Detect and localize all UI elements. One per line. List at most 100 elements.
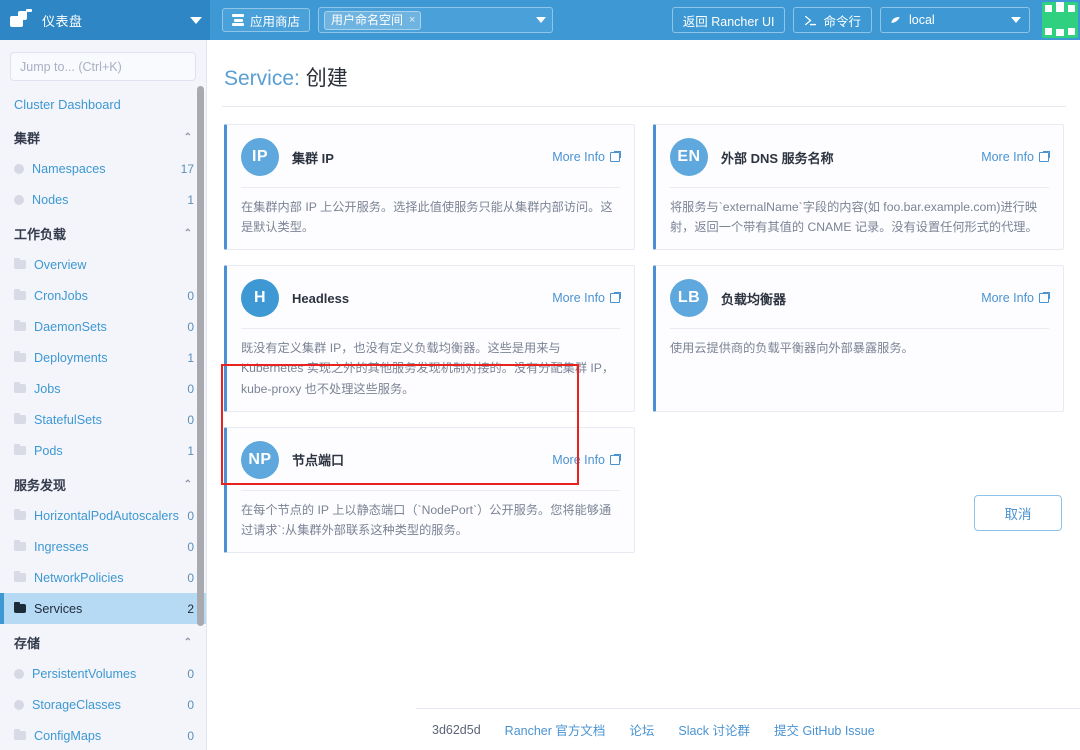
- sidebar-item-pods[interactable]: Pods 1: [0, 435, 206, 466]
- footer-link[interactable]: 论坛: [629, 724, 654, 738]
- more-info-link[interactable]: More Info: [552, 452, 621, 467]
- chevron-down-icon[interactable]: [536, 17, 547, 23]
- footer-links: Rancher 官方文档 论坛 Slack 讨论群 提交 GitHub Issue: [505, 720, 899, 739]
- chevron-up-icon[interactable]: ⌃: [184, 132, 192, 142]
- cluster-select[interactable]: local: [880, 7, 1030, 33]
- card-divider: [670, 328, 1049, 330]
- cancel-button-wrap: 取消: [974, 495, 1062, 531]
- sidebar-group-header[interactable]: 工作负载 ⌃: [0, 215, 206, 249]
- sidebar-item-cluster-dashboard[interactable]: Cluster Dashboard: [0, 91, 206, 119]
- chevron-up-icon[interactable]: ⌃: [184, 228, 192, 238]
- card-title: Headless: [292, 290, 350, 306]
- sidebar-item-ingresses[interactable]: Ingresses 0: [0, 531, 206, 562]
- sidebar-item-overview[interactable]: Overview: [0, 249, 206, 280]
- card-header: LB 负载均衡器 More Info: [670, 279, 1050, 318]
- sidebar-item-count: 0: [187, 288, 194, 303]
- sidebar-item-cronjobs[interactable]: CronJobs 0: [0, 280, 206, 311]
- namespace-tag-label: 用户命名空间: [331, 13, 404, 27]
- app-store-button[interactable]: 应用商店: [222, 8, 311, 32]
- sidebar-group-label: 集群: [14, 131, 41, 146]
- sidebar-item-configmaps[interactable]: ConfigMaps 0: [0, 720, 206, 750]
- service-type-card[interactable]: LB 负载均衡器 More Info 使用云提供商的负载平衡器向外部暴露服务。: [653, 265, 1064, 412]
- card-header: NP 节点端口 More Info: [241, 440, 621, 479]
- more-info-link[interactable]: More Info: [552, 291, 621, 305]
- sidebar-item-deployments[interactable]: Deployments 1: [0, 342, 206, 373]
- sidebar-item-label: Ingresses: [34, 539, 89, 554]
- sidebar-item-count: 0: [187, 381, 194, 396]
- sidebar-group-header[interactable]: 集群 ⌃: [0, 119, 206, 153]
- card-description: 在集群内部 IP 上公开服务。选择此值使服务只能从集群内部访问。这是默认类型。: [241, 200, 613, 235]
- main-content: Service: 创建 IP 集群 IP More Info 在集群内部 IP 上公开…: [208, 40, 1080, 750]
- close-icon[interactable]: ×: [409, 14, 415, 26]
- external-link-icon: [1039, 151, 1050, 162]
- cancel-button[interactable]: 取消: [974, 495, 1062, 531]
- folder-icon: [14, 728, 26, 740]
- sidebar-item-persistentvolumes[interactable]: PersistentVolumes 0: [0, 658, 206, 689]
- sidebar-item-count: 0: [187, 570, 194, 585]
- footer-link[interactable]: Slack 讨论群: [678, 724, 750, 738]
- sidebar-item-namespaces[interactable]: Namespaces 17: [0, 153, 206, 184]
- sidebar-item-nodes[interactable]: Nodes 1: [0, 184, 206, 215]
- folder-icon: [14, 443, 26, 455]
- page-title-suffix: 创建: [305, 67, 348, 90]
- more-info-link[interactable]: More Info: [552, 150, 621, 164]
- more-info-link[interactable]: More Info: [981, 150, 1050, 164]
- footer-link[interactable]: 提交 GitHub Issue: [774, 724, 875, 738]
- more-info-label: More Info: [552, 452, 605, 467]
- shell-button[interactable]: 命令行: [793, 7, 872, 33]
- app-store-label: 应用商店: [250, 14, 301, 29]
- sidebar-scrollbar[interactable]: [197, 86, 204, 626]
- namespace-filter-select[interactable]: 用户命名空间 ×: [318, 7, 554, 33]
- brand-area[interactable]: 仪表盘: [0, 0, 210, 40]
- chevron-up-icon[interactable]: ⌃: [184, 637, 192, 647]
- sidebar-item-daemonsets[interactable]: DaemonSets 0: [0, 311, 206, 342]
- chevron-down-icon[interactable]: [1011, 17, 1021, 23]
- service-type-card[interactable]: IP 集群 IP More Info 在集群内部 IP 上公开服务。选择此值使服务只能…: [224, 124, 635, 251]
- service-type-card[interactable]: H Headless More Info 既没有定义集群 IP，也没有定义负载均衡器。…: [224, 265, 635, 412]
- chevron-down-icon[interactable]: [190, 16, 202, 24]
- sidebar-item-label: PersistentVolumes: [32, 666, 137, 681]
- circle-icon: [14, 194, 24, 205]
- external-link-icon: [610, 292, 621, 304]
- more-info-label: More Info: [981, 150, 1034, 164]
- circle-icon: [14, 668, 24, 679]
- sidebar-item-label: Nodes: [32, 192, 69, 207]
- external-link-icon: [610, 453, 621, 465]
- card-description: 在每个节点的 IP 上以静态端口（`NodePort`）公开服务。您将能够通过请…: [241, 502, 612, 537]
- card-description: 将服务与`externalName`字段的内容(如 foo.bar.exampl…: [670, 200, 1038, 235]
- card-badge-icon: IP: [241, 138, 279, 176]
- sidebar-item-jobs[interactable]: Jobs 0: [0, 373, 206, 404]
- sidebar-groups: 集群 ⌃ Namespaces 17 Nodes 1 工作负载 ⌃ Overview CronJo…: [0, 119, 206, 750]
- sidebar-item-count: 1: [187, 443, 194, 458]
- sidebar-item-horizontalpodautoscalers[interactable]: HorizontalPodAutoscalers 0: [0, 500, 206, 531]
- folder-icon: [14, 257, 26, 269]
- sidebar-item-storageclasses[interactable]: StorageClasses 0: [0, 689, 206, 720]
- more-info-label: More Info: [552, 150, 605, 164]
- search-input[interactable]: Jump to... (Ctrl+K): [10, 52, 196, 81]
- sidebar-item-label: Deployments: [34, 350, 108, 365]
- external-link-icon: [1039, 292, 1050, 304]
- more-info-link[interactable]: More Info: [981, 291, 1050, 305]
- sidebar-group-header[interactable]: 服务发现 ⌃: [0, 466, 206, 500]
- sidebar-item-count: 0: [187, 697, 194, 712]
- service-type-card[interactable]: NP 节点端口 More Info 在每个节点的 IP 上以静态端口（`NodePor…: [224, 426, 635, 553]
- footer-link[interactable]: Rancher 官方文档: [505, 724, 606, 738]
- sidebar-group-label: 工作负载: [14, 227, 67, 242]
- store-icon: [232, 14, 244, 26]
- sidebar-item-count: 0: [187, 319, 194, 334]
- sidebar-item-label: StorageClasses: [32, 697, 121, 712]
- chevron-up-icon[interactable]: ⌃: [184, 479, 192, 489]
- sidebar-item-label: HorizontalPodAutoscalers: [34, 508, 179, 523]
- service-type-card[interactable]: EN 外部 DNS 服务名称 More Info 将服务与`externalName`…: [653, 124, 1064, 251]
- sidebar-item-label: Jobs: [34, 381, 61, 396]
- sidebar-item-networkpolicies[interactable]: NetworkPolicies 0: [0, 562, 206, 593]
- external-link-icon: [610, 151, 621, 162]
- back-to-rancher-button[interactable]: 返回 Rancher UI: [671, 7, 786, 33]
- namespace-tag[interactable]: 用户命名空间 ×: [324, 10, 422, 30]
- sidebar-group-header[interactable]: 存储 ⌃: [0, 624, 206, 658]
- header-right-controls: 返回 Rancher UI 命令行 local: [671, 0, 1080, 40]
- sidebar-item-statefulsets[interactable]: StatefulSets 0: [0, 404, 206, 435]
- sidebar-item-services[interactable]: Services 2: [0, 593, 206, 624]
- footer-bar: 3d62d5d Rancher 官方文档 论坛 Slack 讨论群 提交 GitHub…: [416, 708, 1080, 750]
- sidebar-item-label: Services: [34, 601, 83, 616]
